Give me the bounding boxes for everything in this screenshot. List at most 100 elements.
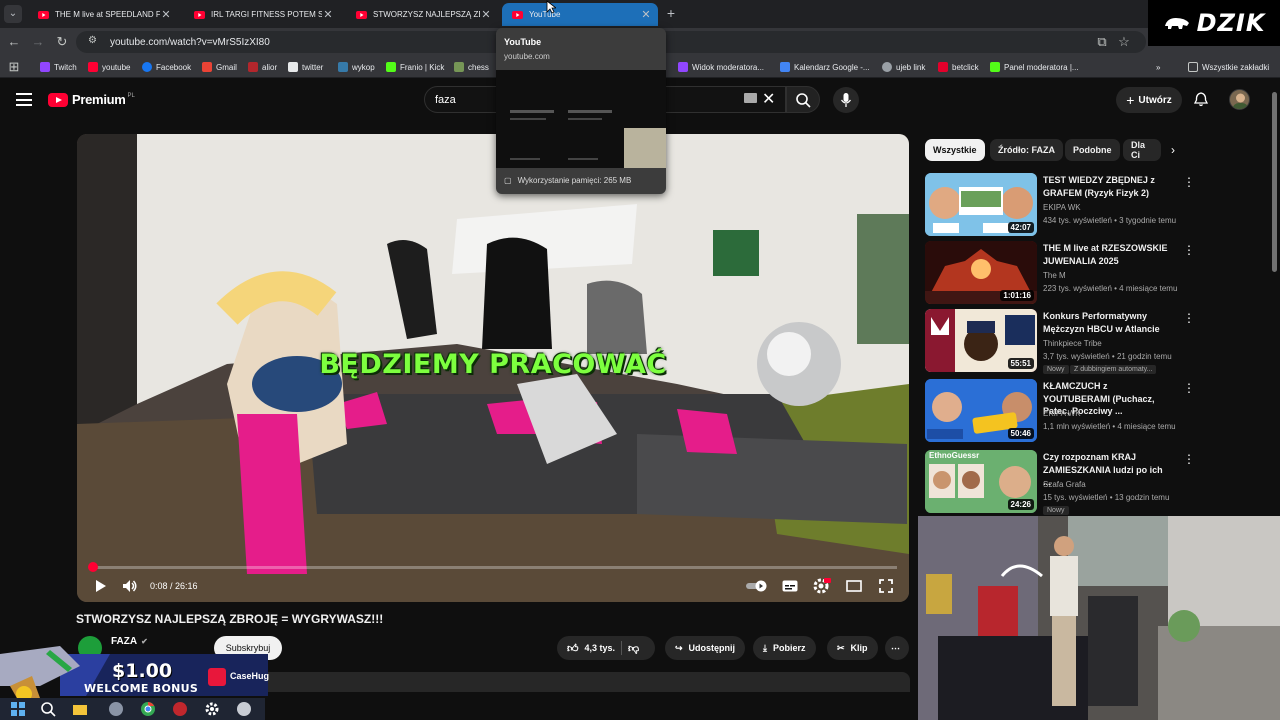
subtitles-button[interactable] (781, 577, 799, 595)
app-icon[interactable] (108, 701, 124, 717)
bookmark-twitter[interactable]: twitter (288, 60, 323, 74)
bookmark-google-calendar[interactable]: Kalendarz Google -... (780, 60, 870, 74)
close-tab-icon[interactable]: ✕ (480, 8, 492, 21)
search-button[interactable] (786, 86, 820, 113)
like-thumb-icon[interactable]: 👍︎ (567, 642, 579, 655)
browser-tab-1[interactable]: THE M live at SPEEDLAND FEST ✕ (28, 3, 178, 26)
share-button[interactable]: ↪ Udostępnij (665, 636, 746, 660)
volume-button[interactable] (121, 577, 139, 595)
chip-source-faza[interactable]: Źródło: FAZA (990, 139, 1063, 161)
channel-name[interactable]: EKIPA WK (1043, 203, 1081, 212)
app-icon[interactable] (236, 701, 252, 717)
download-button[interactable]: ⤓ Pobierz (753, 636, 816, 660)
page-scrollbar[interactable] (1272, 92, 1277, 272)
video-thumbnail[interactable]: 55:51 (925, 309, 1037, 372)
chevron-right-icon[interactable]: › (1171, 143, 1175, 157)
app-icon[interactable] (172, 701, 188, 717)
notifications-bell-icon[interactable] (1193, 91, 1209, 107)
recommendation-item[interactable]: EthnoGuessr 24:26 Czy rozpoznam KRAJ ZAM… (925, 450, 1270, 515)
video-thumbnail[interactable]: 1:01:16 (925, 241, 1037, 304)
forward-arrow-icon[interactable]: → (30, 34, 46, 50)
reload-icon[interactable]: ↻ (54, 34, 70, 50)
progress-bar[interactable] (88, 562, 897, 572)
bookmark-wykop[interactable]: wykop (338, 60, 375, 74)
keyboard-icon[interactable] (744, 93, 757, 103)
browser-tab-2[interactable]: IRL TARGI FITNESS POTEM SPO ✕ (184, 3, 340, 26)
file-explorer-icon[interactable] (72, 701, 88, 717)
video-thumbnail[interactable]: 50:46 (925, 379, 1037, 442)
channel-name[interactable]: EKIPA WK (1043, 409, 1081, 418)
voice-search-button[interactable] (833, 87, 859, 113)
more-actions-button[interactable]: ⋯ (885, 636, 909, 660)
youtube-premium-logo[interactable]: Premium PL (48, 92, 135, 107)
all-bookmarks-folder[interactable]: Wszystkie zakładki (1188, 60, 1269, 74)
install-app-icon[interactable]: ⧉ (1094, 34, 1110, 50)
close-tab-icon[interactable]: ✕ (640, 8, 652, 21)
video-title[interactable]: THE M live at RZESZOWSKIE JUWENALIA 2025 (1043, 242, 1171, 267)
more-bookmarks-icon[interactable]: » (1156, 60, 1160, 74)
more-vertical-icon[interactable]: ⋮ (1183, 175, 1195, 189)
chip-all[interactable]: Wszystkie (925, 139, 985, 161)
video-title[interactable]: Konkurs Performatywny Mężczyzn HBCU w At… (1043, 310, 1171, 335)
channel-name[interactable]: The M (1043, 271, 1066, 280)
search-icon[interactable] (40, 701, 56, 717)
more-vertical-icon[interactable]: ⋮ (1183, 243, 1195, 257)
clip-button[interactable]: ✂ Klip (827, 636, 878, 660)
site-settings-icon[interactable]: ⚙ (88, 35, 102, 49)
bookmark-chess[interactable]: chess (454, 60, 489, 74)
new-tab-button[interactable]: + (664, 5, 678, 21)
bookmark-facebook[interactable]: Facebook (142, 60, 191, 74)
settings-button[interactable] (813, 577, 831, 595)
more-vertical-icon[interactable]: ⋮ (1183, 381, 1195, 395)
bookmark-alior[interactable]: alior (248, 60, 277, 74)
chrome-icon[interactable] (140, 701, 156, 717)
create-button[interactable]: + Utwórz (1116, 87, 1182, 113)
apps-grid-icon[interactable]: ⊞ (6, 59, 22, 75)
video-player[interactable]: BĘDZIEMY PRACOWAĆ 0:08 / 26:16 (77, 134, 909, 602)
bookmark-moderator-view[interactable]: Widok moderatora... (678, 60, 764, 74)
bookmark-gmail[interactable]: Gmail (202, 60, 237, 74)
recommendation-item[interactable]: 42:07 TEST WIEDZY ZBĘDNEJ z GRAFEM (Ryzy… (925, 173, 1270, 237)
theater-mode-button[interactable] (845, 577, 863, 595)
bookmark-star-icon[interactable]: ☆ (1116, 34, 1132, 50)
like-count[interactable]: 4,3 tys. (585, 643, 616, 653)
back-arrow-icon[interactable]: ← (6, 34, 22, 50)
browser-tab-3[interactable]: STWORZYSZ NAJLEPSZĄ ZBRO ✕ (346, 3, 498, 26)
settings-gear-icon[interactable] (204, 701, 220, 717)
account-avatar[interactable] (1229, 89, 1250, 110)
tab-preview-thumbnail (496, 70, 666, 168)
autoplay-toggle[interactable] (745, 577, 769, 595)
channel-name[interactable]: Szafa Grafa (1043, 480, 1086, 489)
chip-related[interactable]: Podobne (1065, 139, 1120, 161)
bookmark-ujeb-link[interactable]: ujeb link (882, 60, 925, 74)
bookmark-youtube[interactable]: youtube (88, 60, 130, 74)
more-vertical-icon[interactable]: ⋮ (1183, 452, 1195, 466)
close-tab-icon[interactable]: ✕ (160, 8, 172, 21)
close-tab-icon[interactable]: ✕ (322, 8, 334, 21)
video-thumbnail[interactable]: 42:07 (925, 173, 1037, 236)
bookmark-betclick[interactable]: betclick (938, 60, 979, 74)
fullscreen-button[interactable] (877, 577, 895, 595)
bookmark-moderator-panel[interactable]: Panel moderatora |... (990, 60, 1079, 74)
browser-tab-active[interactable]: YouTube ✕ (502, 3, 658, 26)
bookmark-kick[interactable]: Franio | Kick (386, 60, 444, 74)
progress-scrubber-handle[interactable] (88, 562, 99, 572)
hamburger-menu-icon[interactable] (16, 93, 32, 106)
clear-search-icon[interactable]: ✕ (762, 89, 775, 109)
tab-hover-card: YouTube youtube.com ▢ Wykorzystanie pamię… (496, 28, 666, 194)
tab-search-button[interactable]: ⌄ (4, 5, 22, 23)
dislike-thumb-icon[interactable]: 👎︎ (628, 642, 639, 655)
channel-name[interactable]: Thinkpiece Tribe (1043, 339, 1102, 348)
video-metadata: 1,1 mln wyświetleń • 4 miesiące temu (1043, 422, 1176, 431)
recommendation-item[interactable]: 50:46 KŁAMCZUCH z YOUTUBERAMI (Puchacz, … (925, 379, 1270, 443)
more-vertical-icon[interactable]: ⋮ (1183, 311, 1195, 325)
play-button[interactable] (91, 577, 109, 595)
bookmark-twitch[interactable]: Twitch (40, 60, 77, 74)
windows-start-icon[interactable] (10, 701, 26, 717)
recommendation-item[interactable]: 1:01:16 THE M live at RZESZOWSKIE JUWENA… (925, 241, 1270, 305)
video-title[interactable]: TEST WIEDZY ZBĘDNEJ z GRAFEM (Ryzyk Fizy… (1043, 174, 1171, 199)
recommendation-item[interactable]: 55:51 Konkurs Performatywny Mężczyzn HBC… (925, 309, 1270, 374)
video-thumbnail[interactable]: EthnoGuessr 24:26 (925, 450, 1037, 513)
chip-for-you[interactable]: Dla Ci (1123, 139, 1161, 161)
video-metadata: 15 tys. wyświetleń • 13 godzin temu (1043, 493, 1170, 502)
